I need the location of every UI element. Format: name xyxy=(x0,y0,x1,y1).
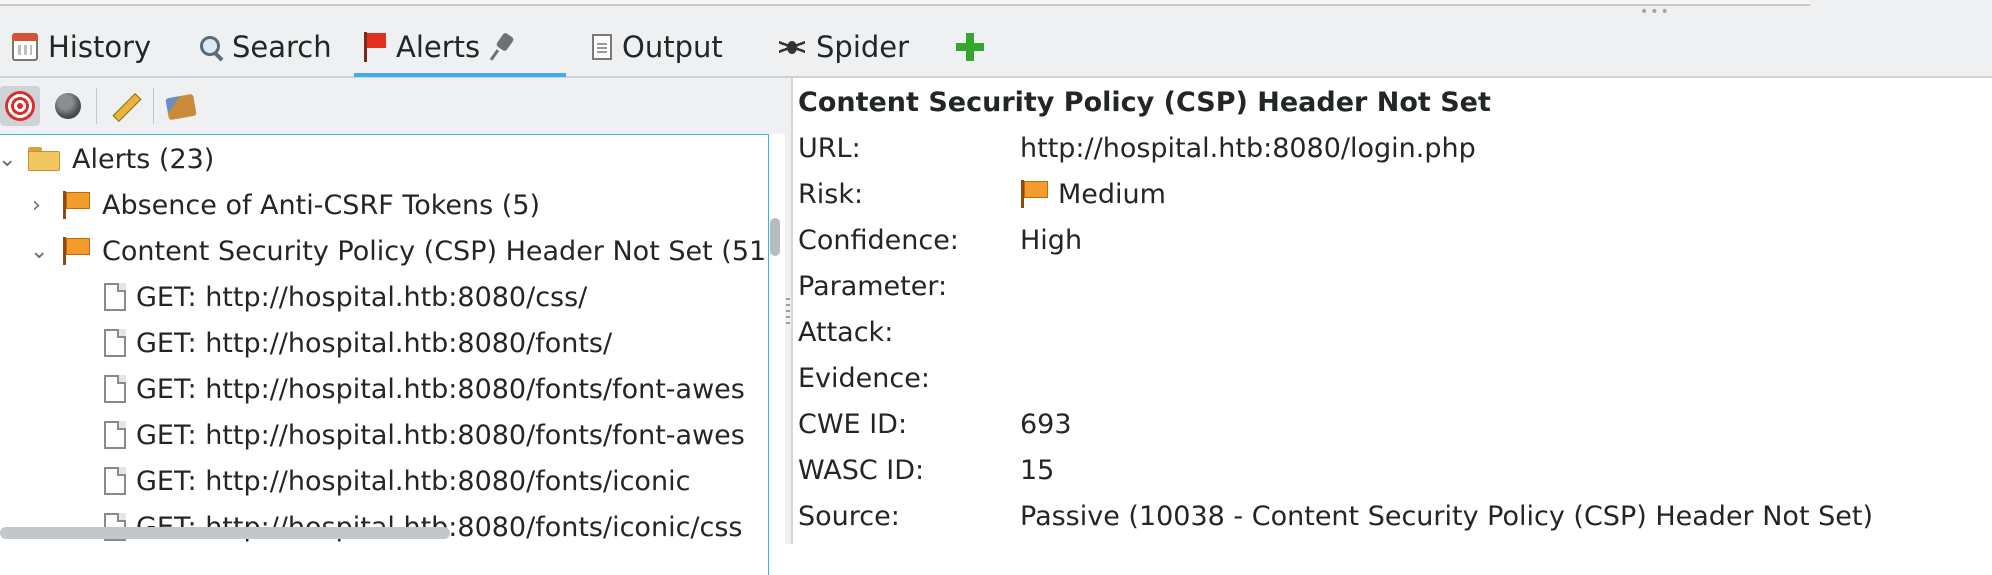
detail-row-confidence: Confidence: High xyxy=(798,217,1082,263)
tree-item-label: GET: http://hospital.htb:8080/fonts/ xyxy=(136,327,613,359)
document-icon xyxy=(104,467,126,495)
detail-label: Confidence: xyxy=(798,224,959,256)
edit-pencil-icon[interactable] xyxy=(105,86,145,126)
splitter-handle[interactable] xyxy=(786,298,790,324)
tree-root[interactable]: ⌄ Alerts (23) xyxy=(0,136,214,182)
detail-value: 693 xyxy=(1020,408,1072,440)
tree-group[interactable]: ⌄ Content Security Policy (CSP) Header N… xyxy=(0,228,766,274)
detail-row-risk: Risk: Medium xyxy=(798,171,1166,217)
tree-item-label: GET: http://hospital.htb:8080/fonts/font… xyxy=(136,419,745,451)
panel-resize-grip[interactable]: ••• xyxy=(1640,4,1671,20)
target-scope-icon[interactable] xyxy=(0,86,40,126)
tree-item[interactable]: GET: http://hospital.htb:8080/fonts/ xyxy=(0,320,612,366)
detail-label: CWE ID: xyxy=(798,408,908,440)
tree-item-label: GET: http://hospital.htb:8080/fonts/icon… xyxy=(136,465,691,497)
detail-value: http://hospital.htb:8080/login.php xyxy=(1020,132,1476,164)
alerts-tree: ⌄ Alerts (23) › Absence of Anti-CSRF Tok… xyxy=(0,134,769,575)
tab-bar: ••• History Search Alerts Output Spider xyxy=(0,0,1992,78)
tab-search[interactable]: Search xyxy=(192,18,342,76)
search-icon xyxy=(200,36,222,58)
clean-broom-icon[interactable] xyxy=(162,86,202,126)
detail-row-source: Source: Passive (10038 - Content Securit… xyxy=(798,493,1873,539)
tab-history[interactable]: History xyxy=(4,18,154,76)
tree-item[interactable]: GET: http://hospital.htb:8080/css/ xyxy=(0,274,587,320)
detail-label: Attack: xyxy=(798,316,894,348)
detail-row-url: URL: http://hospital.htb:8080/login.php xyxy=(798,125,1476,171)
detail-value: High xyxy=(1020,224,1083,256)
detail-row-cwe-id: CWE ID: 693 xyxy=(798,401,1072,447)
risk-value: Medium xyxy=(1020,179,1166,210)
tab-label: Output xyxy=(622,30,723,64)
tree-root-label: Alerts (23) xyxy=(72,143,215,175)
tree-item[interactable]: GET: http://hospital.htb:8080/fonts/font… xyxy=(0,412,745,458)
tab-output[interactable]: Output xyxy=(584,18,744,76)
add-tab-button[interactable] xyxy=(948,18,998,76)
orange-flag-icon xyxy=(1020,180,1050,208)
tree-group-label: Absence of Anti-CSRF Tokens (5) xyxy=(102,189,541,221)
detail-label: Risk: xyxy=(798,178,864,210)
detail-label: WASC ID: xyxy=(798,454,925,486)
tab-label: Search xyxy=(232,30,332,64)
pin-icon[interactable] xyxy=(490,34,516,60)
alerts-panel: ⌄ Alerts (23) › Absence of Anti-CSRF Tok… xyxy=(0,78,785,575)
document-icon xyxy=(592,34,612,60)
document-icon xyxy=(104,421,126,449)
detail-label: Source: xyxy=(798,500,900,532)
detail-value: Medium xyxy=(1058,178,1166,210)
chevron-down-icon[interactable]: ⌄ xyxy=(30,239,48,264)
tab-spider[interactable]: Spider xyxy=(770,18,920,76)
tab-label: Spider xyxy=(816,30,910,64)
toolbar-separator xyxy=(153,88,154,124)
orange-flag-icon xyxy=(62,237,92,265)
toolbar-separator xyxy=(96,88,97,124)
calendar-icon xyxy=(12,33,38,61)
chevron-down-icon[interactable]: ⌄ xyxy=(0,147,16,172)
tree-group[interactable]: › Absence of Anti-CSRF Tokens (5) xyxy=(0,182,540,228)
scrollbar-thumb[interactable] xyxy=(770,218,780,256)
document-icon xyxy=(104,329,126,357)
detail-row-wasc-id: WASC ID: 15 xyxy=(798,447,1054,493)
document-icon xyxy=(104,283,126,311)
alert-details-panel: Content Security Policy (CSP) Header Not… xyxy=(791,78,1992,544)
detail-value: Passive (10038 - Content Security Policy… xyxy=(1020,500,1873,532)
tab-label: History xyxy=(48,30,152,64)
top-panel-edge xyxy=(0,0,1810,6)
chevron-right-icon[interactable]: › xyxy=(32,193,41,218)
detail-row-attack: Attack: xyxy=(798,309,1020,355)
tree-item-label: GET: http://hospital.htb:8080/fonts/font… xyxy=(136,373,745,405)
document-icon xyxy=(104,375,126,403)
detail-label: URL: xyxy=(798,132,861,164)
tree-horizontal-scrollbar[interactable] xyxy=(0,527,450,539)
detail-label: Parameter: xyxy=(798,270,948,302)
detail-label: Evidence: xyxy=(798,362,930,394)
tree-vertical-scrollbar[interactable] xyxy=(770,138,782,518)
alerts-toolbar xyxy=(0,78,785,134)
alert-title: Content Security Policy (CSP) Header Not… xyxy=(798,87,1491,118)
add-tab-icon xyxy=(956,33,984,61)
folder-icon xyxy=(28,147,60,171)
detail-row-parameter: Parameter: xyxy=(798,263,1020,309)
red-flag-icon xyxy=(362,32,386,62)
tree-group-label: Content Security Policy (CSP) Header Not… xyxy=(102,235,767,267)
orange-flag-icon xyxy=(62,191,92,219)
tree-item-label: GET: http://hospital.htb:8080/css/ xyxy=(136,281,588,313)
globe-icon[interactable] xyxy=(48,86,88,126)
tree-item[interactable]: GET: http://hospital.htb:8080/fonts/icon… xyxy=(0,458,690,504)
spider-icon xyxy=(778,34,806,60)
detail-value: 15 xyxy=(1020,454,1055,486)
tree-item[interactable]: GET: http://hospital.htb:8080/fonts/font… xyxy=(0,366,745,412)
tab-alerts[interactable]: Alerts xyxy=(354,18,566,77)
tab-label: Alerts xyxy=(396,30,481,64)
detail-row-evidence: Evidence: xyxy=(798,355,1020,401)
